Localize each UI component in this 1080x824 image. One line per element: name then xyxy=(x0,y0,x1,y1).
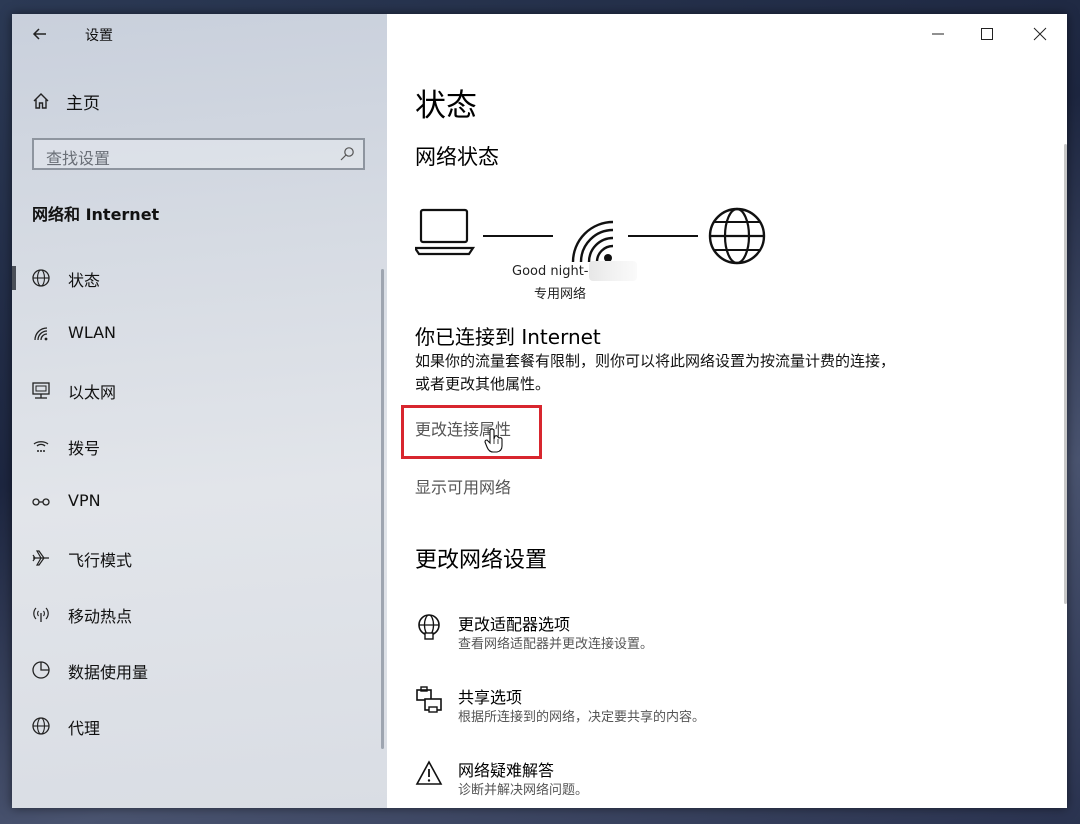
option-description: 查看网络适配器并更改连接设置。 xyxy=(458,637,654,652)
adapter-globe-icon xyxy=(418,614,440,640)
home-label: 主页 xyxy=(66,93,100,114)
sidebar-item-vpn[interactable]: VPN xyxy=(12,484,372,520)
back-arrow-icon[interactable] xyxy=(30,24,50,44)
sidebar: 设置 主页 查找设置 网络和 Internet 状态 WLAN 以太网 拨号 V… xyxy=(12,14,387,808)
globe-status-icon xyxy=(32,269,50,287)
option-title: 网络疑难解答 xyxy=(458,761,555,780)
show-available-networks-link[interactable]: 显示可用网络 xyxy=(415,474,511,498)
sidebar-item-label: WLAN xyxy=(68,323,117,342)
sidebar-item-airplane[interactable]: 飞行模式 xyxy=(12,540,372,576)
option-change-adapter[interactable]: 更改适配器选项 查看网络适配器并更改连接设置。 xyxy=(415,611,975,657)
network-type: 专用网络 xyxy=(534,287,587,302)
sidebar-scrollbar[interactable] xyxy=(381,269,384,749)
selected-indicator xyxy=(12,266,16,290)
wifi-signal-icon xyxy=(571,220,614,263)
search-placeholder: 查找设置 xyxy=(46,149,111,168)
section-title: 网络和 Internet xyxy=(32,205,160,224)
close-icon[interactable] xyxy=(1025,22,1055,46)
sidebar-item-status[interactable]: 状态 xyxy=(12,260,372,296)
connected-description: 如果你的流量套餐有限制，则你可以将此网络设置为按流量计费的连接，或者更改其他属性… xyxy=(415,352,896,393)
sidebar-item-data-usage[interactable]: 数据使用量 xyxy=(12,652,372,688)
page-title: 状态 xyxy=(415,88,477,124)
airplane-icon xyxy=(32,550,49,566)
sidebar-item-label: 状态 xyxy=(68,271,101,290)
sidebar-item-proxy[interactable]: 代理 xyxy=(12,708,372,744)
sidebar-item-wlan[interactable]: WLAN xyxy=(12,316,372,352)
hand-cursor-icon xyxy=(484,428,503,453)
sidebar-item-ethernet[interactable]: 以太网 xyxy=(12,372,372,408)
sidebar-item-label: 数据使用量 xyxy=(68,663,149,682)
sidebar-item-label: 代理 xyxy=(68,719,101,738)
hotspot-icon xyxy=(33,607,49,622)
proxy-globe-icon xyxy=(32,717,50,735)
sidebar-item-label: VPN xyxy=(68,491,101,510)
network-diagram xyxy=(415,207,766,265)
network-status-title: 网络状态 xyxy=(415,145,499,169)
wifi-icon xyxy=(34,327,48,341)
internet-globe-icon xyxy=(708,207,766,265)
title-bar: 设置 xyxy=(12,14,387,54)
change-network-settings-title: 更改网络设置 xyxy=(415,548,548,573)
sharing-printer-icon xyxy=(416,686,442,713)
option-description: 根据所连接到的网络，决定要共享的内容。 xyxy=(458,710,706,725)
main-panel: 状态 网络状态 Good night- 专用网络 你已连接到 Internet … xyxy=(387,14,1067,808)
dialup-icon xyxy=(33,441,49,452)
search-input[interactable]: 查找设置 xyxy=(32,138,365,170)
data-usage-icon xyxy=(32,661,50,679)
minimize-icon[interactable] xyxy=(923,22,953,46)
sidebar-item-label: 以太网 xyxy=(68,383,117,402)
settings-window: 设置 主页 查找设置 网络和 Internet 状态 WLAN 以太网 拨号 V… xyxy=(12,14,1067,808)
home-nav[interactable]: 主页 xyxy=(32,89,100,114)
main-scrollbar[interactable] xyxy=(1064,144,1067,604)
highlight-box xyxy=(401,405,542,459)
option-title: 共享选项 xyxy=(458,688,523,707)
option-sharing[interactable]: 共享选项 根据所连接到的网络，决定要共享的内容。 xyxy=(415,684,975,730)
search-icon xyxy=(340,147,354,161)
option-troubleshoot[interactable]: 网络疑难解答 诊断并解决网络问题。 xyxy=(415,757,975,803)
sidebar-item-label: 飞行模式 xyxy=(68,551,133,570)
warning-icon xyxy=(415,760,443,785)
sidebar-item-label: 移动热点 xyxy=(68,607,133,626)
laptop-icon xyxy=(415,208,476,256)
option-title: 更改适配器选项 xyxy=(458,615,571,634)
ethernet-icon xyxy=(32,382,50,399)
sidebar-item-label: 拨号 xyxy=(68,439,101,458)
sidebar-item-dialup[interactable]: 拨号 xyxy=(12,428,372,464)
maximize-icon[interactable] xyxy=(972,22,1002,46)
home-icon xyxy=(33,93,49,109)
vpn-icon xyxy=(32,498,50,506)
network-name: Good night- xyxy=(512,264,589,279)
connected-title: 你已连接到 Internet xyxy=(415,325,601,349)
option-description: 诊断并解决网络问题。 xyxy=(458,783,589,798)
app-title: 设置 xyxy=(85,28,113,44)
network-name-blur xyxy=(589,261,637,281)
sidebar-item-hotspot[interactable]: 移动热点 xyxy=(12,596,372,632)
